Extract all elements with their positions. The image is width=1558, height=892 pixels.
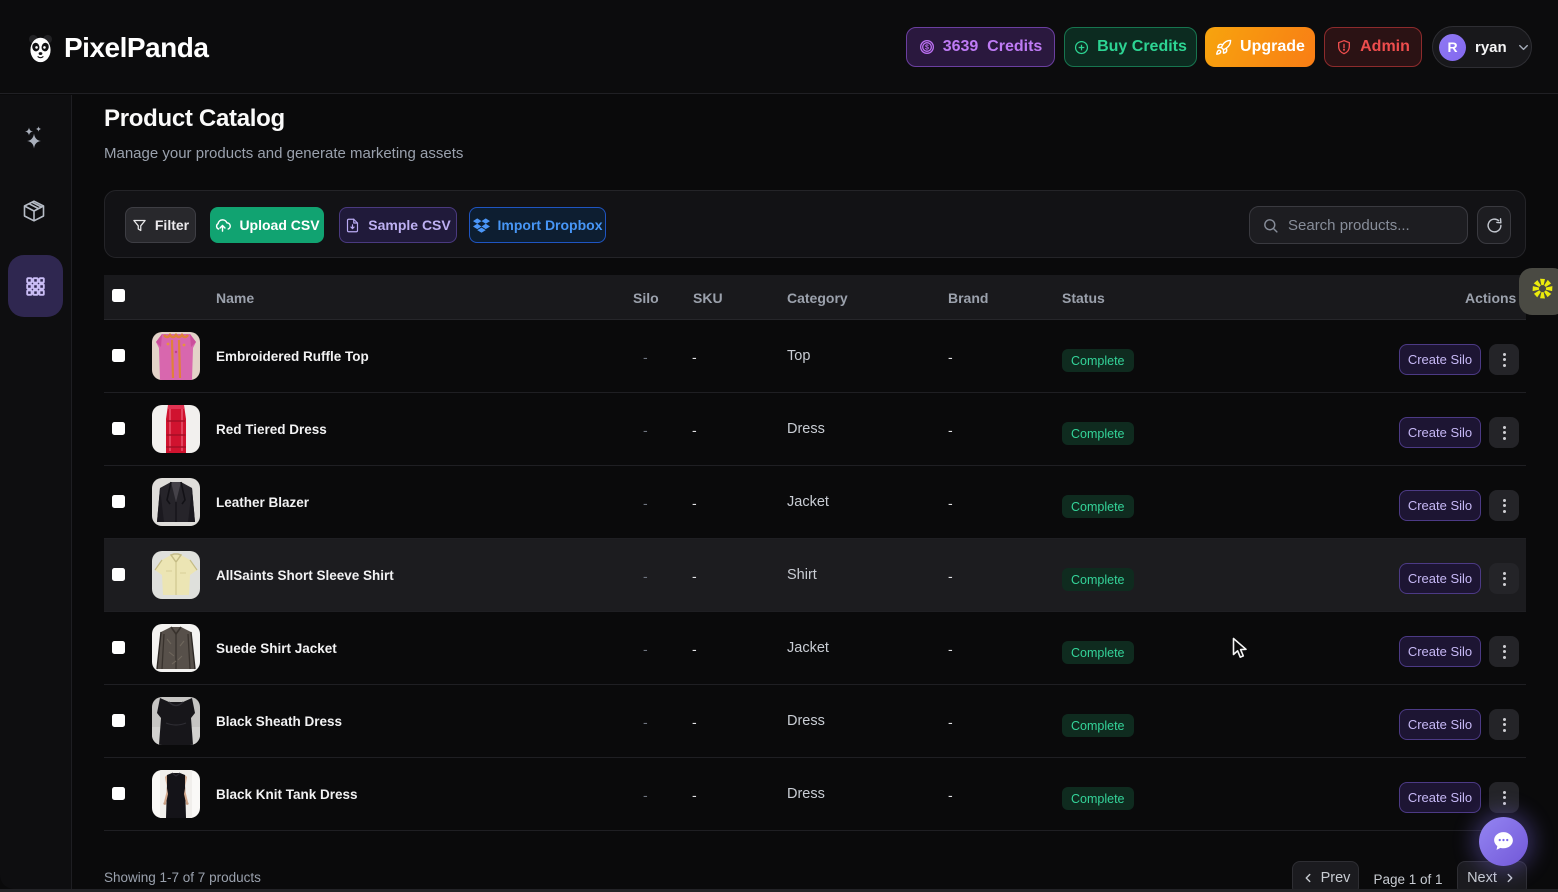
svg-text:$: $ bbox=[925, 45, 929, 52]
